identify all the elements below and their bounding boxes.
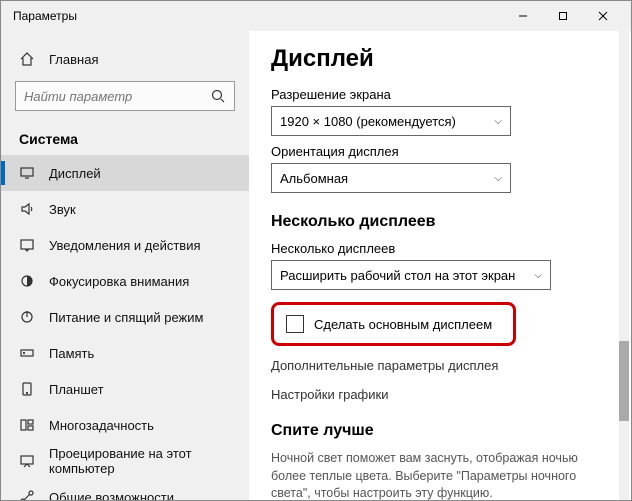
checkbox-box xyxy=(286,315,304,333)
sidebar-item-focus[interactable]: Фокусировка внимания xyxy=(1,263,249,299)
highlight-annotation: Сделать основным дисплеем xyxy=(271,302,516,346)
scrollbar-thumb[interactable] xyxy=(619,341,629,421)
window-title: Параметры xyxy=(13,9,503,23)
sidebar-item-label: Звук xyxy=(49,202,76,217)
window-controls xyxy=(503,1,623,31)
sidebar-item-projecting[interactable]: Проецирование на этот компьютер xyxy=(1,443,249,479)
sidebar-item-sound[interactable]: Звук xyxy=(1,191,249,227)
resolution-dropdown[interactable]: 1920 × 1080 (рекомендуется) ⌵ xyxy=(271,106,511,136)
home-label: Главная xyxy=(49,52,98,67)
shared-icon xyxy=(19,489,35,500)
power-icon xyxy=(19,309,35,325)
sidebar-item-notifications[interactable]: Уведомления и действия xyxy=(1,227,249,263)
sidebar-item-label: Многозадачность xyxy=(49,418,154,433)
chevron-down-icon: ⌵ xyxy=(494,173,502,184)
notifications-icon xyxy=(19,237,35,253)
titlebar: Параметры xyxy=(1,1,631,31)
resolution-value: 1920 × 1080 (рекомендуется) xyxy=(280,114,456,129)
chevron-down-icon: ⌵ xyxy=(534,270,542,281)
make-primary-checkbox[interactable]: Сделать основным дисплеем xyxy=(276,307,511,341)
content-pane: Дисплей Разрешение экрана 1920 × 1080 (р… xyxy=(249,31,631,500)
projecting-icon xyxy=(19,453,35,469)
sidebar-section: Система xyxy=(1,121,249,155)
multi-heading: Несколько дисплеев xyxy=(271,213,631,231)
search-icon xyxy=(210,88,226,104)
sidebar-item-label: Дисплей xyxy=(49,166,101,181)
orientation-dropdown[interactable]: Альбомная ⌵ xyxy=(271,163,511,193)
main-area: Главная Система Дисплей Звук Уведомления… xyxy=(1,31,631,500)
storage-icon xyxy=(19,345,35,361)
multitasking-icon xyxy=(19,417,35,433)
sidebar-item-label: Общие возможности xyxy=(49,490,174,501)
resolution-label: Разрешение экрана xyxy=(271,87,631,102)
multi-dropdown[interactable]: Расширить рабочий стол на этот экран ⌵ xyxy=(271,260,551,290)
maximize-button[interactable] xyxy=(543,1,583,31)
search-input[interactable] xyxy=(24,89,210,104)
sidebar-item-display[interactable]: Дисплей xyxy=(1,155,249,191)
orientation-value: Альбомная xyxy=(280,171,348,186)
page-title: Дисплей xyxy=(271,45,631,73)
sidebar: Главная Система Дисплей Звук Уведомления… xyxy=(1,31,249,500)
sidebar-item-label: Проецирование на этот компьютер xyxy=(49,446,235,476)
sleep-heading: Спите лучше xyxy=(271,422,631,440)
close-button[interactable] xyxy=(583,1,623,31)
make-primary-label: Сделать основным дисплеем xyxy=(314,317,492,332)
advanced-display-link[interactable]: Дополнительные параметры дисплея xyxy=(271,358,631,373)
chevron-down-icon: ⌵ xyxy=(494,116,502,127)
graphics-settings-link[interactable]: Настройки графики xyxy=(271,387,631,402)
home-icon xyxy=(19,51,35,67)
sidebar-item-tablet[interactable]: Планшет xyxy=(1,371,249,407)
sidebar-item-label: Память xyxy=(49,346,94,361)
multi-value: Расширить рабочий стол на этот экран xyxy=(280,268,515,283)
display-icon xyxy=(19,165,35,181)
sidebar-item-label: Уведомления и действия xyxy=(49,238,201,253)
sidebar-item-label: Планшет xyxy=(49,382,104,397)
orientation-label: Ориентация дисплея xyxy=(271,144,631,159)
sleep-description: Ночной свет поможет вам заснуть, отображ… xyxy=(271,450,611,500)
sidebar-item-power[interactable]: Питание и спящий режим xyxy=(1,299,249,335)
sound-icon xyxy=(19,201,35,217)
sidebar-item-storage[interactable]: Память xyxy=(1,335,249,371)
sidebar-item-label: Питание и спящий режим xyxy=(49,310,203,325)
sidebar-item-shared[interactable]: Общие возможности xyxy=(1,479,249,500)
sidebar-item-label: Фокусировка внимания xyxy=(49,274,189,289)
multi-label: Несколько дисплеев xyxy=(271,241,631,256)
scrollbar[interactable] xyxy=(619,31,629,500)
focus-icon xyxy=(19,273,35,289)
sidebar-item-multitasking[interactable]: Многозадачность xyxy=(1,407,249,443)
search-box[interactable] xyxy=(15,81,235,111)
minimize-button[interactable] xyxy=(503,1,543,31)
tablet-icon xyxy=(19,381,35,397)
home-link[interactable]: Главная xyxy=(1,41,249,77)
